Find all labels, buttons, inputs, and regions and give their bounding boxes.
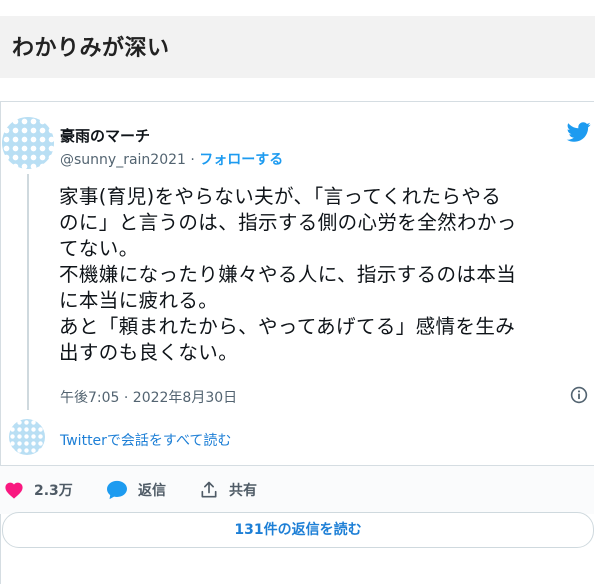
reply-button[interactable]: 返信 [106, 480, 166, 500]
thread-line [27, 174, 29, 410]
tweet-text: 家事(育児)をやらない夫が、「言ってくれたらやる のに」と言うのは、指示する側の… [59, 185, 517, 364]
conversation-link[interactable]: Twitterで会話をすべて読む [60, 430, 231, 450]
page-header: わかりみが深い [0, 16, 595, 78]
twitter-bird-icon[interactable] [565, 120, 593, 144]
reply-label: 返信 [138, 483, 166, 499]
author-handle[interactable]: @sunny_rain2021 [60, 152, 186, 168]
follow-button[interactable]: フォローする [199, 152, 283, 168]
page-title: わかりみが深い [12, 36, 170, 61]
info-icon[interactable] [570, 386, 588, 404]
reply-bubble-icon [107, 480, 127, 500]
read-replies-button[interactable]: 131件の返信を読む [2, 512, 594, 548]
timestamp[interactable]: 午後7:05 · 2022年8月30日 [60, 387, 237, 407]
share-button[interactable]: 共有 [199, 480, 257, 500]
small-avatar[interactable] [9, 419, 45, 455]
like-count: 2.3万 [34, 483, 73, 499]
like-button[interactable]: 2.3万 [4, 480, 73, 500]
handle-row: @sunny_rain2021 · フォローする [60, 149, 283, 169]
avatar[interactable] [2, 117, 54, 169]
action-bar: 2.3万 返信 共有 [0, 465, 594, 514]
share-label: 共有 [229, 483, 257, 499]
author-name[interactable]: 豪雨のマーチ [60, 125, 150, 146]
heart-icon [5, 482, 23, 499]
share-icon [201, 481, 217, 498]
separator: · [190, 152, 195, 168]
